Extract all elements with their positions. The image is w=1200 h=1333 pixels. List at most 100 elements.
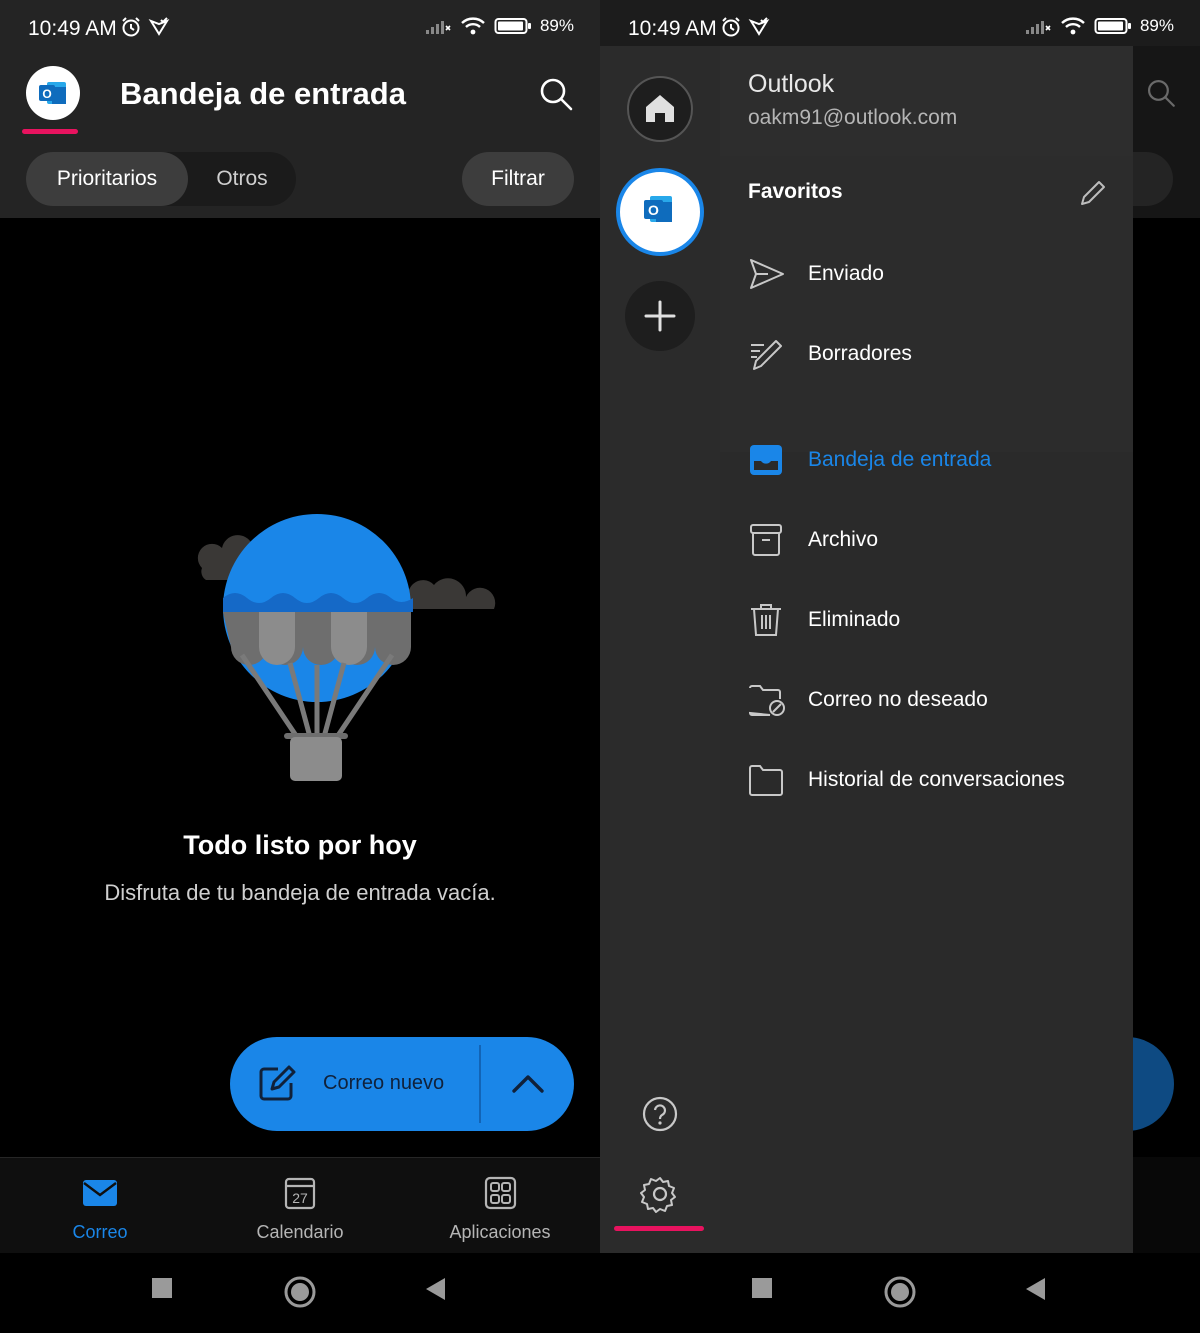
account-rail: O [600,46,720,1253]
wifi-icon [1061,17,1085,35]
search-button[interactable] [536,74,576,114]
mail-icon [83,1180,117,1206]
system-nav-bar [600,1253,1200,1333]
account-email: oakm91@outlook.com [748,106,958,129]
draft-icon [751,340,782,370]
folder-sent-label: Enviado [808,262,884,285]
folder-archive[interactable]: Archivo [748,518,1128,562]
bottom-tab-bar: Correo 27 Calendario Aplicaciones [0,1157,600,1253]
folder-drafts-label: Borradores [808,342,912,365]
signal-icon [1025,21,1051,34]
battery-percent: 89% [539,16,574,35]
pencil-icon [1081,181,1105,205]
alarm-icon [122,17,140,37]
signal-icon [425,21,451,34]
home-button[interactable] [627,76,693,142]
help-button[interactable] [640,1094,680,1134]
chevron-up-icon [512,1075,544,1093]
avatar-selection-indicator [22,129,78,134]
status-bar: 10:49 AM 89% [0,0,600,58]
system-nav-bar [0,1253,600,1333]
empty-inbox-balloon-illustration [197,514,496,781]
folder-junk-label: Correo no deseado [808,688,988,711]
search-icon [540,78,573,111]
vpn-shield-icon [148,17,170,36]
home-nav-icon[interactable] [884,1276,916,1308]
vpn-shield-icon [748,17,770,36]
tab-apps[interactable]: Aplicaciones [400,1176,600,1243]
back-icon[interactable] [424,1277,446,1301]
tab-apps-label: Aplicaciones [449,1222,551,1242]
folder-inbox[interactable]: Bandeja de entrada [748,438,1128,482]
status-time: 10:49 AM [28,17,117,40]
folder-drawer: Outlook oakm91@outlook.com Favoritos Env… [720,46,1133,1253]
calendar-day-number: 27 [292,1190,308,1206]
back-icon[interactable] [1024,1277,1046,1301]
battery-icon [1094,18,1131,34]
tab-other[interactable]: Otros [192,152,292,206]
home-icon [646,95,674,122]
tab-calendar[interactable]: 27 Calendario [200,1176,400,1243]
archive-icon [750,524,782,556]
folder-junk[interactable]: Correo no deseado [748,678,1128,722]
compose-divider [479,1045,481,1123]
account-avatar-button[interactable]: O [26,66,80,120]
folder-inbox-label: Bandeja de entrada [808,448,992,471]
folder-conversation-history[interactable]: Historial de conversaciones [748,758,1128,802]
outlook-logo-icon: O [644,196,672,222]
drawer-screen: 10:49 AM 89% O Outlook oakm91@outlook.co… [600,0,1200,1333]
tab-focused[interactable]: Prioritarios [26,152,188,206]
calendar-icon: 27 [284,1177,316,1210]
new-mail-label: Correo nuevo [323,1072,445,1094]
wifi-icon [461,17,485,35]
compose-icon [259,1065,296,1101]
tab-calendar-label: Calendario [256,1222,344,1242]
svg-text:O: O [42,87,51,101]
page-title: Bandeja de entrada [120,76,406,111]
folder-drafts[interactable]: Borradores [748,332,1128,376]
filter-button[interactable]: Filtrar [462,152,574,206]
trash-icon [751,604,781,636]
recents-icon[interactable] [751,1277,773,1299]
account-header: Outlook oakm91@outlook.com [720,46,1133,156]
folder-conversation-history-label: Historial de conversaciones [808,768,1065,791]
svg-text:O: O [648,202,659,218]
apps-icon [484,1176,517,1210]
home-nav-icon[interactable] [284,1276,316,1308]
folder-archive-label: Archivo [808,528,879,551]
folder-deleted-label: Eliminado [808,608,901,631]
empty-state-title: Todo listo por hoy [183,830,417,860]
settings-button[interactable] [640,1174,680,1214]
compose-fab: Correo nuevo [230,1037,574,1131]
outlook-logo-icon: O [39,82,66,104]
account-outlook-button[interactable]: O [616,168,704,256]
inbox-screen: 10:49 AM 89% O Bandeja de entrada Priori… [0,0,600,1333]
tab-mail[interactable]: Correo [0,1176,200,1243]
send-icon [750,259,784,289]
help-icon [642,1096,678,1132]
status-time: 10:49 AM [628,17,717,40]
inbox-icon [750,445,782,475]
new-mail-button[interactable]: Correo nuevo [230,1037,480,1131]
account-name: Outlook [748,70,835,98]
compose-expand-button[interactable] [482,1037,574,1131]
tab-mail-label: Correo [72,1222,128,1242]
battery-percent: 89% [1139,16,1174,35]
gear-icon [640,1177,676,1213]
add-account-button[interactable] [625,281,695,351]
app-bar: O Bandeja de entrada Prioritarios Otros … [0,58,600,218]
folder-sent[interactable]: Enviado [748,252,1128,296]
settings-selection-indicator [614,1226,704,1231]
inbox-segment-control: Prioritarios Otros [26,152,296,206]
battery-icon [494,18,531,34]
folder-icon [749,765,783,796]
search-icon [1147,79,1175,107]
plus-icon [644,300,676,332]
folder-deleted[interactable]: Eliminado [748,598,1128,642]
empty-state-subtitle: Disfruta de tu bandeja de entrada vacía. [104,880,496,905]
favorites-heading: Favoritos [748,180,843,203]
recents-icon[interactable] [151,1277,173,1299]
junk-folder-icon [748,685,785,716]
edit-favorites-button[interactable] [1078,178,1108,208]
alarm-icon [722,17,740,37]
